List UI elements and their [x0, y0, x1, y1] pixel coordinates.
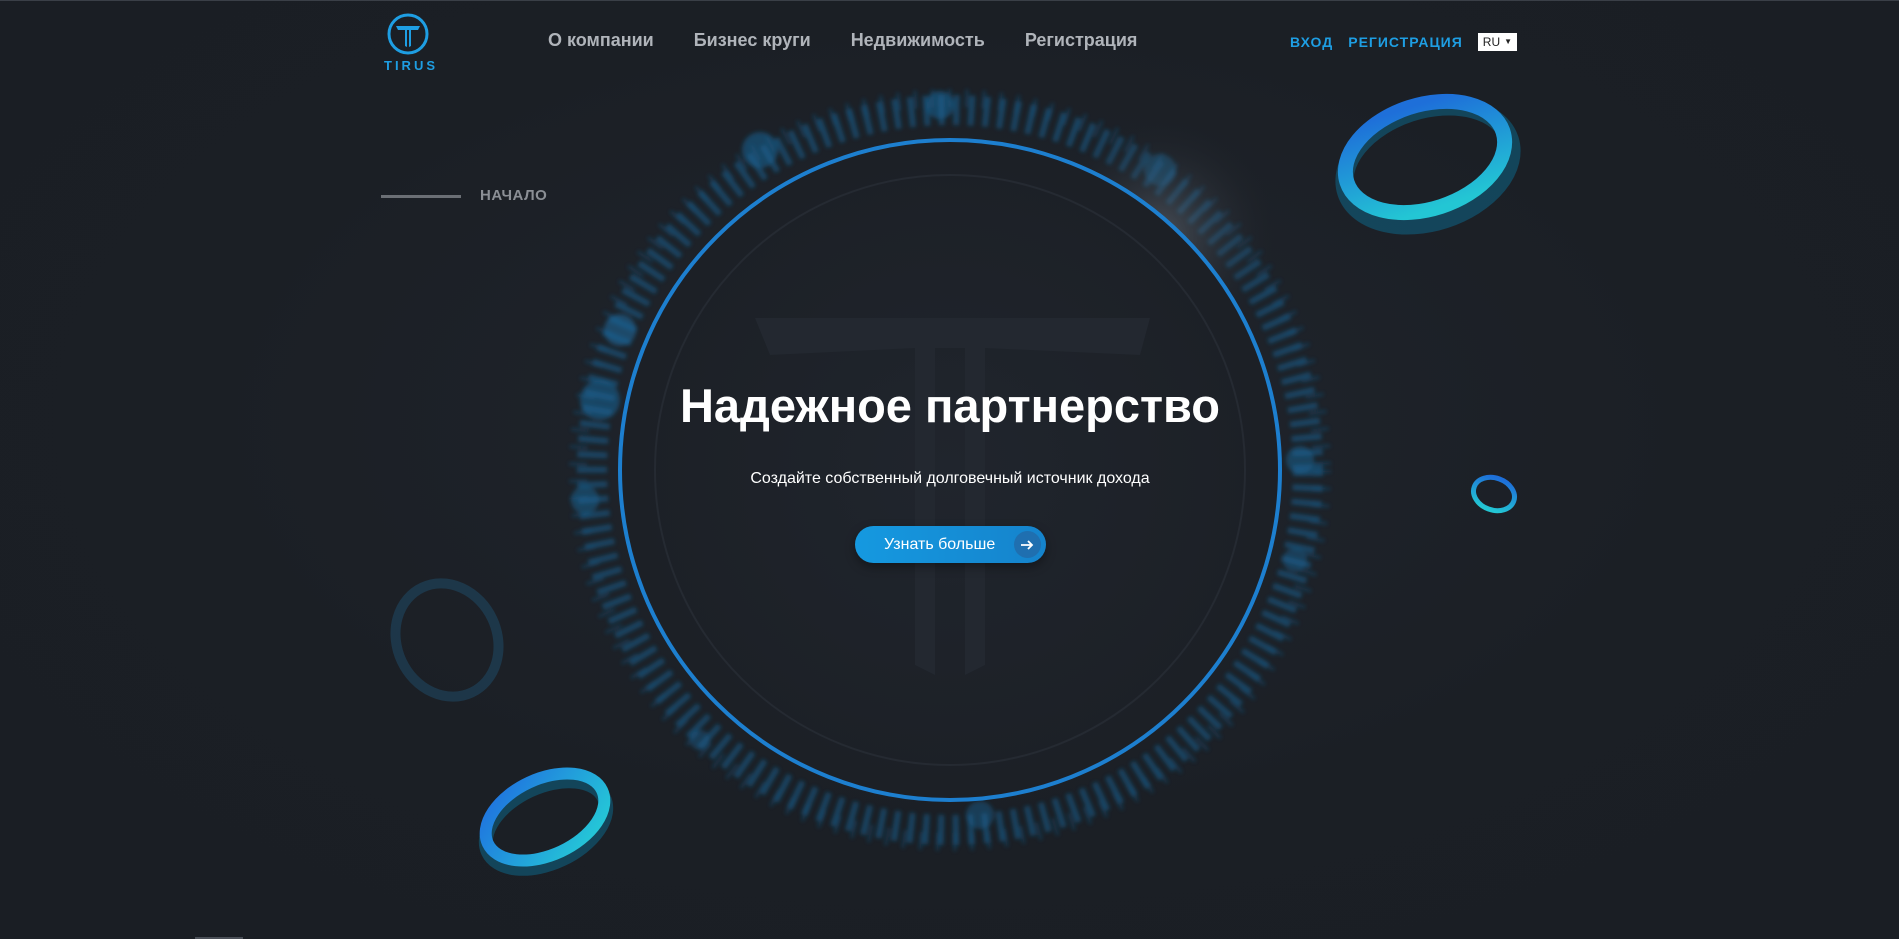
arrow-right-icon — [1014, 531, 1041, 558]
nav-item-real-estate[interactable]: Недвижимость — [851, 30, 985, 51]
page: TIRUS О компании Бизнес круги Недвижимос… — [0, 0, 1899, 939]
logo-icon — [387, 13, 429, 55]
ring-top-right — [1335, 93, 1521, 235]
ring-small-right — [1471, 474, 1517, 514]
ring-faded-left — [390, 578, 504, 702]
learn-more-button[interactable]: Узнать больше — [855, 526, 1046, 563]
main-nav: О компании Бизнес круги Недвижимость Рег… — [548, 30, 1177, 51]
language-value: RU — [1482, 35, 1501, 49]
tirus-logo[interactable]: TIRUS — [381, 12, 441, 74]
logo-text: TIRUS — [384, 58, 438, 73]
nav-item-registration[interactable]: Регистрация — [1025, 30, 1138, 51]
section-label: НАЧАЛО — [480, 187, 548, 204]
auth-links: ВХОД РЕГИСТРАЦИЯ RU ▼ — [1290, 33, 1518, 51]
nav-item-business-circles[interactable]: Бизнес круги — [694, 30, 811, 51]
login-link[interactable]: ВХОД — [1290, 34, 1333, 50]
hero-title: Надежное партнерство — [679, 379, 1221, 432]
hero-subtitle: Создайте собственный долговечный источни… — [750, 470, 1150, 487]
ring-bottom-left — [478, 767, 614, 876]
chevron-down-icon: ▼ — [1504, 37, 1513, 46]
language-select[interactable]: RU ▼ — [1477, 33, 1518, 51]
learn-more-label: Узнать больше — [884, 535, 996, 553]
section-indicator-line — [381, 195, 461, 198]
nav-item-about[interactable]: О компании — [548, 30, 654, 51]
register-link[interactable]: РЕГИСТРАЦИЯ — [1348, 34, 1463, 50]
